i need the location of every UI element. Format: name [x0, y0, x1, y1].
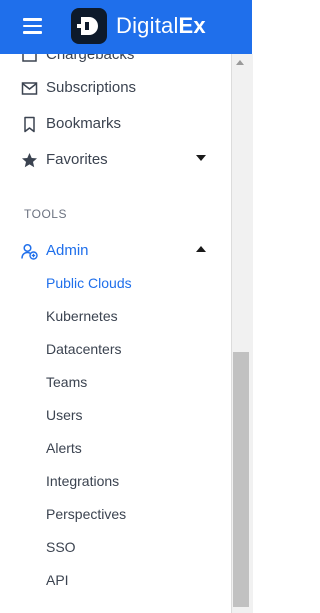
admin-item-sso[interactable]: SSO	[46, 539, 76, 555]
admin-item-api[interactable]: API	[46, 572, 69, 588]
chargebacks-icon	[21, 54, 38, 64]
sidebar-item-label: Admin	[46, 242, 89, 259]
digitalex-logo-icon[interactable]	[71, 8, 107, 44]
admin-item-perspectives[interactable]: Perspectives	[46, 506, 126, 522]
sidebar-item-subscriptions[interactable]: Subscriptions	[0, 73, 231, 103]
sidebar-item-label: Favorites	[46, 151, 108, 168]
user-add-icon	[21, 243, 38, 260]
bookmark-icon	[21, 116, 38, 133]
sidebar-item-label: Bookmarks	[46, 115, 122, 132]
mail-icon	[21, 80, 38, 97]
admin-item-teams[interactable]: Teams	[46, 374, 87, 390]
star-icon	[21, 152, 38, 169]
sidebar-item-label: Chargebacks	[46, 54, 135, 63]
admin-item-datacenters[interactable]: Datacenters	[46, 341, 121, 357]
admin-item-kubernetes[interactable]: Kubernetes	[46, 308, 118, 324]
chevron-down-icon[interactable]	[196, 155, 206, 161]
sidebar-scrollbar-thumb[interactable]	[233, 352, 249, 607]
sidebar-item-label: Subscriptions	[46, 79, 137, 96]
top-bar: DigitalEx	[0, 0, 252, 54]
chevron-up-icon[interactable]	[196, 246, 206, 252]
admin-item-public-clouds[interactable]: Public Clouds	[46, 275, 132, 291]
sidebar-item-admin[interactable]: Admin	[0, 236, 231, 266]
admin-item-users[interactable]: Users	[46, 407, 83, 423]
hamburger-menu-icon[interactable]	[23, 18, 42, 34]
scroll-up-arrow-icon[interactable]	[236, 60, 244, 65]
section-title-tools: TOOLS	[24, 207, 67, 221]
sidebar-item-favorites[interactable]: Favorites	[0, 145, 231, 175]
brand-name: DigitalEx	[116, 13, 206, 38]
sidebar-item-bookmarks[interactable]: Bookmarks	[0, 109, 231, 139]
sidebar: Chargebacks Subscriptions Bookmarks Favo…	[0, 54, 231, 613]
admin-item-alerts[interactable]: Alerts	[46, 440, 82, 456]
admin-item-integrations[interactable]: Integrations	[46, 473, 119, 489]
sidebar-item-chargebacks[interactable]: Chargebacks	[0, 54, 231, 70]
